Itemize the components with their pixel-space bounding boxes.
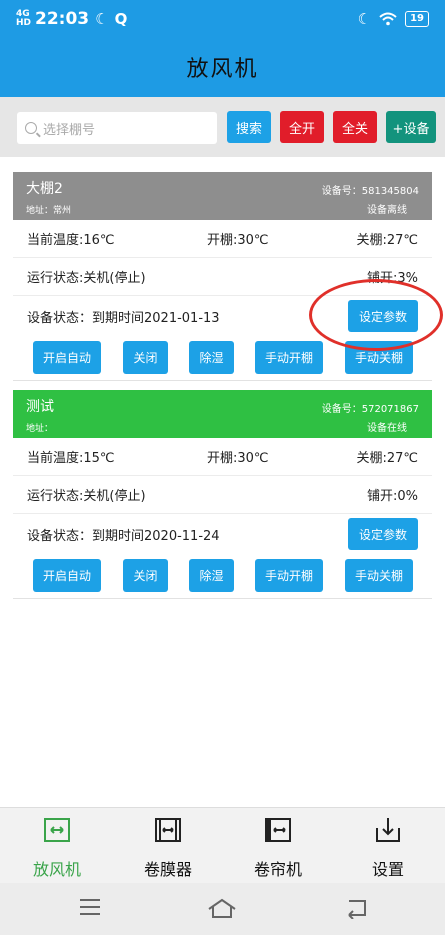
home-icon[interactable] xyxy=(206,897,238,919)
device-state-row: 设备状态：到期时间2020-11-24 设定参数 xyxy=(13,514,432,554)
auto-on-button[interactable]: 开启自动 xyxy=(33,559,101,592)
device-card-header[interactable]: 大棚2 地址：常州 设备号：581345804 设备离线 xyxy=(13,172,432,220)
device-state: 设备状态：到期时间2020-11-24 xyxy=(27,528,220,544)
tab-curtain-roller[interactable]: 卷帘机 xyxy=(233,816,323,880)
page-title: 放风机 xyxy=(186,57,259,82)
tab-settings[interactable]: 设置 xyxy=(343,816,433,880)
battery-icon: 19 xyxy=(405,10,429,27)
search-button[interactable]: 搜索 xyxy=(227,111,271,143)
current-temperature: 当前温度:16℃ xyxy=(27,233,115,248)
device-address: 地址：常州 xyxy=(26,206,72,216)
device-card: 测试 地址： 设备号：572071867 设备在线 当前温度:15℃ 开棚:30… xyxy=(13,390,432,599)
tab-fan[interactable]: 放风机 xyxy=(12,816,102,880)
menu-icon[interactable] xyxy=(78,897,102,917)
all-on-button[interactable]: 全开 xyxy=(280,111,324,143)
device-online-status: 设备离线 xyxy=(367,205,407,216)
annotation-circle xyxy=(309,279,443,351)
curtain-roller-icon xyxy=(265,818,291,842)
spread-percent: 铺开:0% xyxy=(366,489,418,504)
device-address: 地址： xyxy=(26,424,54,434)
auto-on-button[interactable]: 开启自动 xyxy=(33,341,101,374)
run-state: 运行状态:关机(停止) xyxy=(27,271,146,286)
status-bar: 4G HD 22:03 ☾ Q ☾ 19 xyxy=(0,0,445,37)
moon-icon: ☾ xyxy=(357,9,372,28)
settings-button[interactable]: 设定参数 xyxy=(348,518,418,550)
tab-label: 放风机 xyxy=(32,860,81,879)
run-state: 运行状态:关机(停止) xyxy=(27,489,146,504)
device-online-status: 设备在线 xyxy=(367,423,407,434)
tab-label: 卷帘机 xyxy=(253,860,302,879)
temperature-row: 当前温度:16℃ 开棚:30℃ 关棚:27℃ xyxy=(13,220,432,258)
system-nav-bar xyxy=(0,883,445,935)
tab-film-roller[interactable]: 卷膜器 xyxy=(123,816,213,880)
device-number: 设备号：581345804 xyxy=(321,186,419,197)
app-header: 放风机 xyxy=(0,37,445,97)
toolbar: 选择棚号 搜索 全开 全关 +设备 xyxy=(0,97,445,157)
manual-close-button[interactable]: 手动关棚 xyxy=(345,559,413,592)
current-temperature: 当前温度:15℃ xyxy=(27,451,115,466)
all-off-button[interactable]: 全关 xyxy=(333,111,377,143)
run-state-row: 运行状态:关机(停止) 铺开:0% xyxy=(13,476,432,514)
dehumidify-button[interactable]: 除湿 xyxy=(189,559,234,592)
action-buttons: 开启自动 关闭 除湿 手动开棚 手动关棚 xyxy=(13,554,432,598)
back-icon[interactable] xyxy=(345,897,369,919)
moon-icon: ☾ xyxy=(95,9,109,28)
settings-download-icon xyxy=(376,818,400,842)
manual-open-button[interactable]: 手动开棚 xyxy=(255,559,323,592)
tab-label: 设置 xyxy=(371,860,404,879)
film-roller-icon xyxy=(155,818,181,842)
signal-icon: 4G HD xyxy=(16,8,32,28)
close-button[interactable]: 关闭 xyxy=(123,341,168,374)
bottom-tab-bar: 放风机 卷膜器 卷帘机 设置 xyxy=(0,807,445,883)
q-app-icon: Q xyxy=(114,9,128,28)
clock: 22:03 xyxy=(35,8,90,29)
tab-label: 卷膜器 xyxy=(143,860,192,879)
search-placeholder: 选择棚号 xyxy=(43,122,96,138)
open-temperature: 开棚:30℃ xyxy=(207,233,269,248)
close-button[interactable]: 关闭 xyxy=(123,559,168,592)
close-temperature: 关棚:27℃ xyxy=(356,233,418,248)
open-temperature: 开棚:30℃ xyxy=(207,451,269,466)
add-device-button[interactable]: +设备 xyxy=(386,111,436,143)
device-card-header[interactable]: 测试 地址： 设备号：572071867 设备在线 xyxy=(13,390,432,438)
fan-icon xyxy=(44,818,70,842)
temperature-row: 当前温度:15℃ 开棚:30℃ 关棚:27℃ xyxy=(13,438,432,476)
close-temperature: 关棚:27℃ xyxy=(356,451,418,466)
search-input[interactable]: 选择棚号 xyxy=(17,112,217,144)
manual-open-button[interactable]: 手动开棚 xyxy=(255,341,323,374)
device-state: 设备状态：到期时间2021-01-13 xyxy=(27,310,220,326)
wifi-icon xyxy=(379,12,397,25)
device-number: 设备号：572071867 xyxy=(321,404,419,415)
search-icon xyxy=(25,122,37,134)
dehumidify-button[interactable]: 除湿 xyxy=(189,341,234,374)
